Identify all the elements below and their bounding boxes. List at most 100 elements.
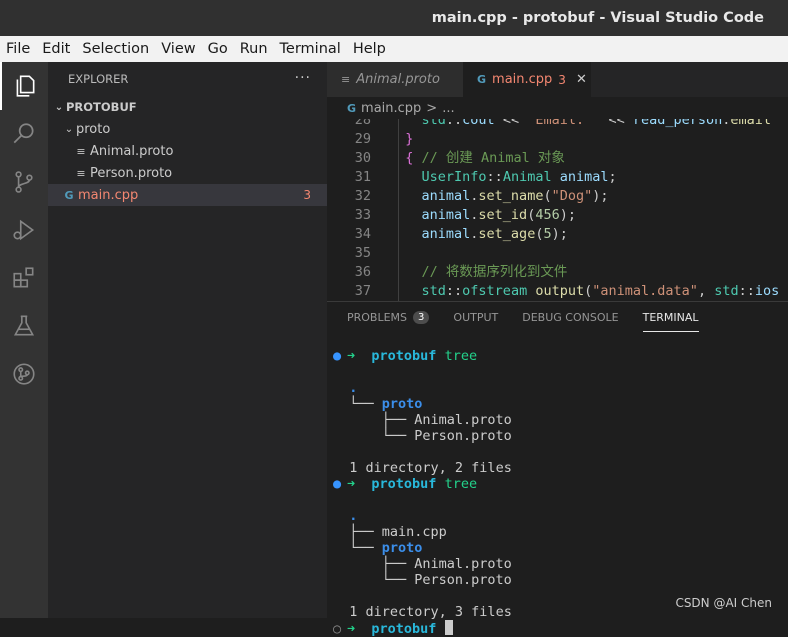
code-line: 28 std::cout << "Email: " << read_person… — [327, 119, 788, 130]
terminal-line: └── Person.proto — [333, 572, 512, 588]
terminal-line: ├── main.cpp — [333, 524, 447, 540]
tab-problems[interactable]: PROBLEMS 3 — [347, 302, 430, 332]
tab-terminal[interactable]: TERMINAL — [642, 302, 699, 332]
line-number: 29 — [354, 131, 371, 147]
tree-dir: proto — [381, 540, 423, 556]
menu-help[interactable]: Help — [347, 41, 392, 57]
prompt-cwd: protobuf — [371, 621, 437, 637]
prompt-arrow: ➜ — [347, 621, 356, 637]
menu-bar: File Edit Selection View Go Run Terminal… — [0, 36, 788, 62]
tab-error-badge: 3 — [558, 72, 566, 87]
close-icon[interactable]: ✕ — [576, 72, 587, 87]
tab-label: main.cpp — [492, 72, 553, 87]
file-label: Person.proto — [90, 165, 173, 181]
tab-output[interactable]: OUTPUT — [453, 302, 498, 332]
search-icon[interactable] — [0, 110, 48, 158]
tree-dir: proto — [381, 396, 423, 412]
explorer-header: EXPLORER ··· — [48, 62, 327, 96]
menu-terminal[interactable]: Terminal — [274, 41, 347, 57]
breadcrumb-file[interactable]: main.cpp — [361, 101, 421, 116]
testing-icon[interactable] — [0, 302, 48, 350]
tree-root: . — [349, 380, 358, 396]
menu-view[interactable]: View — [155, 41, 201, 57]
extensions-icon[interactable] — [0, 254, 48, 302]
prompt-command: tree — [444, 348, 478, 364]
code-line: 37 std::ofstream output("animal.data", s… — [327, 282, 788, 301]
git-graph-icon[interactable] — [0, 350, 48, 398]
code-line: 33 animal.set_id(456); — [327, 206, 788, 225]
tree-summary: 1 directory, 2 files — [349, 460, 512, 476]
folder-proto[interactable]: ⌄ proto — [48, 118, 327, 140]
folder-label: proto — [76, 121, 111, 137]
code-line: 36 // 将数据序列化到文件 — [327, 263, 788, 282]
code-editor[interactable]: 28 std::cout << "Email: " << read_person… — [327, 119, 788, 301]
tab-debug-console[interactable]: DEBUG CONSOLE — [522, 302, 618, 332]
tab-label: OUTPUT — [453, 310, 499, 324]
code-line: 32 animal.set_name("Dog"); — [327, 187, 788, 206]
cpp-file-icon: G — [347, 101, 357, 115]
tab-label: DEBUG CONSOLE — [522, 310, 619, 324]
text-file-icon: ≡ — [76, 144, 86, 158]
menu-selection[interactable]: Selection — [76, 41, 155, 57]
file-label: Animal.proto — [90, 143, 174, 159]
project-name: PROTOBUF — [66, 100, 137, 114]
bottom-panel: PROBLEMS 3 OUTPUT DEBUG CONSOLE TERMINAL… — [327, 301, 788, 637]
activity-bar — [0, 62, 48, 618]
terminal-line: ├── Animal.proto — [333, 412, 512, 428]
file-person-proto[interactable]: ≡ Person.proto — [48, 162, 327, 184]
breadcrumb-separator: > — [426, 100, 438, 116]
terminal-output[interactable]: ● ➜ protobuf tree . └── proto ├── Animal.… — [333, 348, 512, 637]
file-label: main.cpp — [78, 187, 139, 203]
tab-label: TERMINAL — [642, 310, 699, 324]
prompt-arrow: ➜ — [347, 348, 356, 364]
line-number: 35 — [354, 245, 371, 261]
code-line: 29 } — [327, 130, 788, 149]
terminal-line: ● ➜ protobuf tree — [333, 348, 512, 364]
run-debug-icon[interactable] — [0, 206, 48, 254]
problems-count-badge: 3 — [413, 310, 430, 324]
line-number: 31 — [354, 169, 371, 185]
cpp-file-icon: G — [477, 73, 487, 86]
terminal-line: └── Person.proto — [333, 428, 512, 444]
menu-run[interactable]: Run — [234, 41, 274, 57]
tree-file: Person.proto — [414, 572, 512, 588]
chevron-down-icon: ⌄ — [54, 101, 64, 113]
line-number: 37 — [354, 283, 371, 299]
editor-area: ≡ Animal.proto G main.cpp 3 ✕ G main.cpp… — [327, 62, 788, 637]
tab-main-cpp[interactable]: G main.cpp 3 ✕ — [463, 62, 591, 97]
tree-file: Animal.proto — [414, 412, 512, 428]
menu-edit[interactable]: Edit — [36, 41, 76, 57]
text-file-icon: ≡ — [76, 166, 86, 180]
project-section[interactable]: ⌄ PROTOBUF — [48, 96, 327, 118]
line-number: 30 — [354, 150, 371, 166]
terminal-cursor — [444, 620, 453, 635]
code-line: 35 — [327, 244, 788, 263]
editor-tabs: ≡ Animal.proto G main.cpp 3 ✕ — [327, 62, 788, 97]
more-actions-icon[interactable]: ··· — [295, 70, 311, 86]
terminal-line: ● ➜ protobuf tree — [333, 476, 512, 492]
files-icon[interactable] — [0, 62, 48, 110]
chevron-down-icon: ⌄ — [64, 123, 74, 135]
menu-file[interactable]: File — [0, 41, 36, 57]
explorer-sidebar: EXPLORER ··· ⌄ PROTOBUF ⌄ proto ≡ Animal… — [48, 62, 327, 618]
breadcrumb-symbols[interactable]: ... — [442, 101, 454, 116]
source-control-icon[interactable] — [0, 158, 48, 206]
file-main-cpp[interactable]: G main.cpp 3 — [48, 184, 327, 206]
prompt-cwd: protobuf — [371, 348, 437, 364]
file-animal-proto[interactable]: ≡ Animal.proto — [48, 140, 327, 162]
text-file-icon: ≡ — [341, 73, 351, 86]
tree-root: . — [349, 508, 358, 524]
line-number: 32 — [354, 188, 371, 204]
code-line: 34 animal.set_age(5); — [327, 225, 788, 244]
terminal-line: 1 directory, 2 files — [333, 460, 512, 476]
prompt-arrow: ➜ — [347, 476, 356, 492]
tab-animal-proto[interactable]: ≡ Animal.proto — [327, 62, 463, 97]
line-number: 28 — [354, 119, 371, 128]
tab-label: PROBLEMS — [347, 310, 408, 324]
menu-go[interactable]: Go — [202, 41, 234, 57]
cpp-file-icon: G — [64, 188, 74, 202]
